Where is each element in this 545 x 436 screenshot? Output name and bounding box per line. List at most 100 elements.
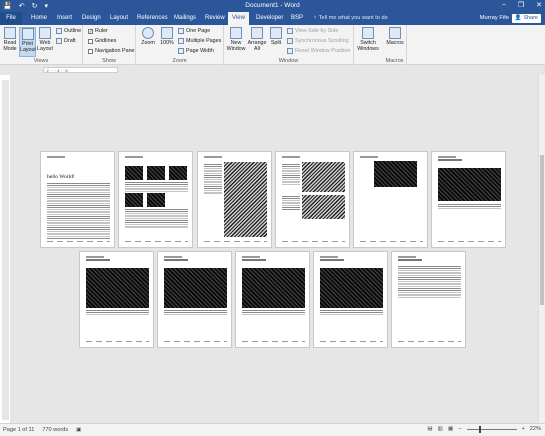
page-11[interactable] (391, 251, 466, 348)
gridlines-checkbox[interactable]: Gridlines (88, 38, 116, 44)
zoom-button[interactable]: Zoom (140, 27, 156, 46)
vertical-scrollbar[interactable] (538, 75, 545, 423)
keyboard-image (86, 268, 149, 308)
print-layout-button[interactable]: Print Layout (19, 27, 36, 57)
window-title: Document1 - Word (245, 2, 300, 9)
tab-review[interactable]: Review (201, 12, 229, 25)
multiple-pages-button[interactable]: Multiple Pages (178, 38, 221, 44)
tab-design[interactable]: Design (78, 12, 105, 25)
page-header (204, 156, 222, 158)
reset-window-position-button[interactable]: Reset Window Position (287, 48, 350, 54)
title-bar: 💾 ↶ ↻ ▾ Document1 - Word – ❐ ✕ (0, 0, 545, 12)
zoom-out-button[interactable]: − (458, 426, 461, 432)
word-count[interactable]: 770 words (42, 427, 68, 433)
keyboard-image (169, 166, 187, 180)
page-2[interactable] (118, 151, 193, 248)
tab-mailings[interactable]: Mailings (170, 12, 200, 25)
restore-button[interactable]: ❐ (518, 1, 524, 9)
body-text (242, 310, 305, 315)
horizontal-ruler[interactable]: · 2 · · · 4 · · 6 · (0, 65, 545, 75)
page-3[interactable] (197, 151, 272, 248)
read-mode-button[interactable]: Read Mode (2, 27, 18, 52)
page-1[interactable]: hello World! (40, 151, 115, 248)
arrange-all-icon (251, 27, 263, 39)
page-6[interactable] (431, 151, 506, 248)
print-layout-view-icon[interactable]: ▥ (438, 426, 443, 432)
new-window-button[interactable]: New Window (226, 27, 246, 52)
tab-file[interactable]: File (0, 12, 22, 25)
page-7[interactable] (79, 251, 154, 348)
keyboard-image (147, 193, 165, 207)
tell-me-box[interactable]: ♀ Tell me what you want to do (313, 12, 388, 25)
split-button[interactable]: Split (268, 27, 284, 46)
body-text (204, 164, 222, 194)
switch-windows-button[interactable]: Switch Windows (356, 27, 380, 52)
page-5[interactable] (353, 151, 428, 248)
macros-label: Macros (386, 40, 404, 46)
body-text (282, 164, 300, 186)
page-subheading (320, 259, 344, 261)
macros-icon (389, 27, 401, 39)
page-header (125, 156, 143, 158)
web-layout-view-icon[interactable]: ▦ (448, 426, 453, 432)
web-layout-button[interactable]: Web Layout (37, 27, 53, 52)
page-subheading (398, 259, 422, 261)
outline-button[interactable]: Outline (56, 28, 81, 34)
body-text (125, 182, 188, 192)
keyboard-image (438, 168, 501, 201)
keyboard-image (164, 268, 227, 308)
vertical-ruler[interactable] (2, 80, 9, 420)
page-subheading (86, 259, 110, 261)
draft-label: Draft (64, 38, 76, 44)
page-4[interactable] (275, 151, 350, 248)
tab-home[interactable]: Home (27, 12, 51, 25)
navigation-pane-checkbox[interactable]: Navigation Pane (88, 48, 135, 54)
page-footer (86, 341, 149, 342)
group-views: Read Mode Print Layout Web Layout Outlin… (0, 25, 83, 65)
zoom-slider-thumb[interactable] (478, 425, 481, 433)
page-count[interactable]: Page 1 of 11 (3, 427, 34, 433)
zoom-level[interactable]: 22% (530, 426, 541, 432)
tab-layout[interactable]: Layout (106, 12, 132, 25)
macros-button[interactable]: Macros (385, 27, 405, 46)
zoom-label: Zoom (141, 40, 155, 46)
keyboard-image (147, 166, 165, 180)
sync-scroll-icon (287, 38, 293, 44)
minimize-button[interactable]: – (502, 1, 506, 9)
proofing-icon[interactable]: ▣ (76, 427, 81, 433)
page-width-button[interactable]: Page Width (178, 48, 214, 54)
close-button[interactable]: ✕ (536, 1, 542, 9)
view-side-by-side-button[interactable]: View Side by Side (287, 28, 338, 34)
page-header (242, 256, 260, 258)
scrollbar-thumb[interactable] (540, 155, 544, 305)
page-header (282, 156, 300, 158)
tab-references[interactable]: References (133, 12, 172, 25)
share-button[interactable]: 👤 Share (511, 14, 541, 23)
one-page-button[interactable]: One Page (178, 28, 210, 34)
zoom-in-button[interactable]: + (522, 426, 525, 432)
synchronous-scrolling-button[interactable]: Synchronous Scrolling (287, 38, 349, 44)
ruler-checkbox[interactable]: ✓ Ruler (88, 28, 108, 34)
tab-bsp[interactable]: BSP (287, 12, 307, 25)
draft-button[interactable]: Draft (56, 38, 76, 44)
tab-view[interactable]: View (228, 12, 249, 25)
page-8[interactable] (157, 251, 232, 348)
tab-developer[interactable]: Developer (252, 12, 287, 25)
page-header (438, 156, 456, 158)
page-10[interactable] (313, 251, 388, 348)
page-9[interactable] (235, 251, 310, 348)
draft-icon (56, 38, 62, 44)
arrange-all-button[interactable]: Arrange All (247, 27, 267, 52)
arrange-all-label: Arrange All (247, 40, 267, 52)
zoom-100-button[interactable]: 100% (159, 27, 175, 46)
tab-insert[interactable]: Insert (53, 12, 76, 25)
show-group-label: Show (102, 58, 116, 64)
user-name[interactable]: Murray Fife (480, 12, 509, 25)
zoom-slider[interactable] (466, 425, 517, 433)
page-header (360, 156, 378, 158)
switch-windows-icon (362, 27, 374, 39)
read-mode-view-icon[interactable]: ▤ (427, 426, 432, 432)
document-area[interactable]: hello World! (10, 75, 538, 423)
page-footer (438, 241, 501, 242)
macros-group-label: Macros (385, 58, 404, 64)
